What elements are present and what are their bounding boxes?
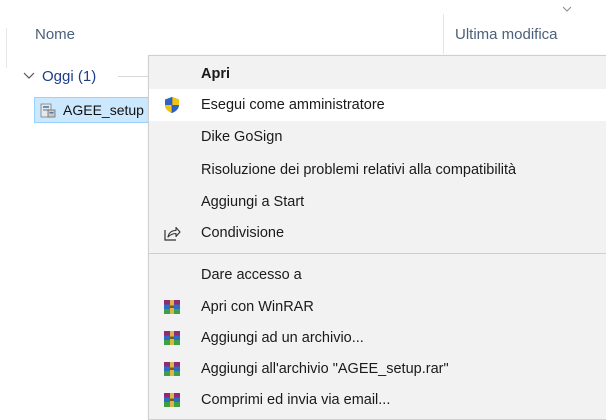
menu-item-run-as-admin[interactable]: Esegui come amministratore <box>149 89 606 121</box>
menu-item-open[interactable]: Apri <box>149 58 606 90</box>
menu-item-label: Aggiungi a Start <box>201 194 305 210</box>
menu-item-label: Apri con WinRAR <box>201 299 314 315</box>
installer-file-icon <box>40 103 56 118</box>
winrar-icon <box>164 362 180 376</box>
column-header-name[interactable]: Nome <box>35 26 75 43</box>
chevron-down-icon[interactable] <box>22 69 36 83</box>
sort-chevron-icon[interactable] <box>560 4 574 14</box>
winrar-icon <box>164 331 180 345</box>
winrar-icon <box>164 300 180 314</box>
menu-item-dike-gosign[interactable]: Dike GoSign <box>149 121 606 153</box>
share-icon <box>164 226 181 241</box>
menu-item-compress-and-email[interactable]: Comprimi ed invia via email... <box>149 384 606 416</box>
menu-item-add-to-archive[interactable]: Aggiungi ad un archivio... <box>149 322 606 354</box>
context-menu: Apri Esegui come amministratore Dike GoS… <box>148 55 606 420</box>
menu-item-label: Risoluzione dei problemi relativi alla c… <box>201 162 517 178</box>
menu-item-label: Comprimi ed invia via email... <box>201 392 391 408</box>
menu-separator <box>149 253 606 254</box>
winrar-icon <box>164 393 180 407</box>
menu-item-label: Apri <box>201 66 230 82</box>
uac-shield-icon <box>165 97 179 113</box>
column-separator[interactable] <box>443 14 444 54</box>
menu-item-open-with-winrar[interactable]: Apri con WinRAR <box>149 291 606 323</box>
group-header-today[interactable]: Oggi (1) <box>22 66 96 86</box>
menu-item-add-to-agee-setup-rar[interactable]: Aggiungi all'archivio "AGEE_setup.rar" <box>149 353 606 385</box>
menu-item-compatibility-troubleshoot[interactable]: Risoluzione dei problemi relativi alla c… <box>149 154 606 186</box>
menu-item-share[interactable]: Condivisione <box>149 217 606 249</box>
file-name: AGEE_setup <box>63 102 144 118</box>
file-item-agee-setup[interactable]: AGEE_setup <box>34 97 164 123</box>
group-label: Oggi (1) <box>42 67 97 85</box>
menu-item-label: Dike GoSign <box>201 129 283 145</box>
menu-item-label: Aggiungi ad un archivio... <box>201 330 364 346</box>
menu-item-pin-to-start[interactable]: Aggiungi a Start <box>149 186 606 218</box>
menu-item-label: Esegui come amministratore <box>201 97 385 113</box>
column-header-modified[interactable]: Ultima modifica <box>455 26 558 43</box>
pane-divider <box>6 28 7 68</box>
menu-item-give-access[interactable]: Dare accesso a <box>149 259 606 291</box>
menu-item-label: Condivisione <box>201 225 285 241</box>
menu-item-label: Dare accesso a <box>201 267 302 283</box>
menu-item-label: Aggiungi all'archivio "AGEE_setup.rar" <box>201 361 449 377</box>
